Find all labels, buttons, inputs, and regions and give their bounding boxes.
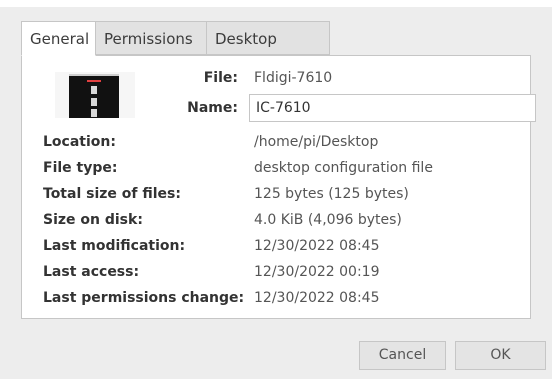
last-modification-label: Last modification: xyxy=(43,238,186,254)
file-type-label: File type: xyxy=(43,160,118,176)
thumbnail-screen xyxy=(69,74,119,118)
tab-desktop-entry[interactable]: Desktop Entry xyxy=(207,21,330,82)
thumbnail-bar xyxy=(91,98,97,106)
name-input[interactable] xyxy=(249,94,536,122)
thumbnail-bar xyxy=(91,86,97,94)
location-label: Location: xyxy=(43,134,116,150)
top-strip xyxy=(0,0,552,7)
thumbnail-bar xyxy=(91,109,97,117)
size-on-disk-value: 4.0 KiB (4,096 bytes) xyxy=(254,212,402,228)
total-size-label: Total size of files: xyxy=(43,186,181,202)
size-on-disk-label: Size on disk: xyxy=(43,212,143,228)
last-permissions-change-value: 12/30/2022 08:45 xyxy=(254,290,380,306)
thumbnail-red-line xyxy=(87,80,101,82)
last-permissions-change-label: Last permissions change: xyxy=(43,290,245,306)
file-value: Fldigi-7610 xyxy=(254,70,333,86)
file-properties-dialog: General Permissions Desktop Entry File: … xyxy=(0,0,552,379)
desktop-file-thumbnail-icon xyxy=(55,72,135,118)
file-type-value: desktop configuration file xyxy=(254,160,433,176)
file-label: File: xyxy=(203,70,238,86)
last-access-label: Last access: xyxy=(43,264,140,280)
ok-button[interactable]: OK xyxy=(455,341,546,370)
tab-permissions[interactable]: Permissions xyxy=(96,21,207,55)
last-access-value: 12/30/2022 00:19 xyxy=(254,264,380,280)
tab-bar: General Permissions Desktop Entry xyxy=(21,21,330,82)
tab-general[interactable]: General xyxy=(21,21,96,56)
location-value: /home/pi/Desktop xyxy=(254,134,379,150)
total-size-value: 125 bytes (125 bytes) xyxy=(254,186,409,202)
cancel-button[interactable]: Cancel xyxy=(359,341,446,370)
general-panel: File: Fldigi-7610 Name: Location: /home/… xyxy=(21,55,536,319)
last-modification-value: 12/30/2022 08:45 xyxy=(254,238,380,254)
name-label: Name: xyxy=(187,100,238,116)
